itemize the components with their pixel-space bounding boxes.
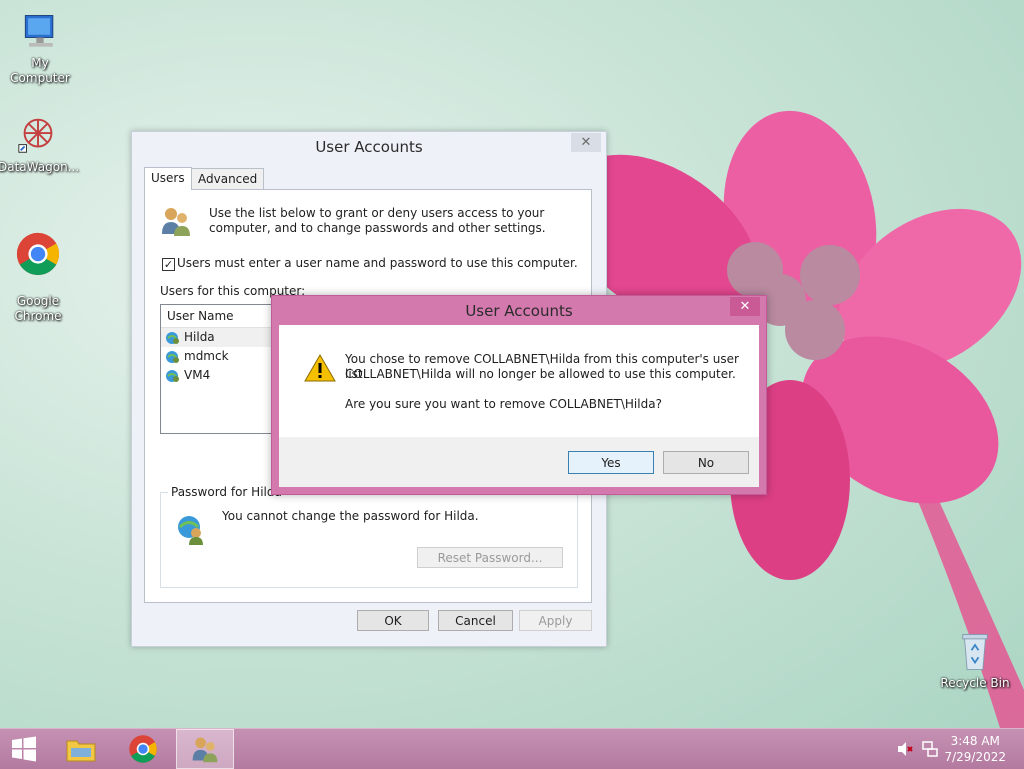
password-group-label: Password for Hilda xyxy=(168,485,285,499)
taskbar-file-explorer[interactable] xyxy=(52,729,110,769)
desktop-icon-my-computer[interactable]: My Computer xyxy=(0,10,80,86)
domain-user-icon xyxy=(166,350,179,363)
desktop-icon-label: Google Chrome xyxy=(14,294,62,323)
domain-user-icon xyxy=(166,331,179,344)
windows-logo-icon xyxy=(12,736,36,762)
confirm-remove-dialog[interactable]: User Accounts ✕ You chose to remove COLL… xyxy=(271,295,767,495)
desktop-icon-datawagon[interactable]: DataWagon... xyxy=(0,112,80,175)
reset-password-button[interactable]: Reset Password... xyxy=(417,547,563,568)
tab-users[interactable]: Users xyxy=(144,167,192,190)
user-name: VM4 xyxy=(184,368,211,382)
taskbar: 3:48 AM 7/29/2022 xyxy=(0,728,1024,769)
speaker-muted-icon[interactable] xyxy=(896,740,914,758)
chrome-icon xyxy=(16,232,60,276)
warning-icon xyxy=(304,354,336,382)
users-icon xyxy=(192,737,218,763)
user-globe-icon xyxy=(178,516,203,545)
desktop-icon-label: DataWagon... xyxy=(0,160,80,174)
folder-icon xyxy=(66,740,96,762)
dialog-content: You chose to remove COLLABNET\Hilda from… xyxy=(279,325,759,437)
dialog-titlebar[interactable]: User Accounts ✕ xyxy=(272,296,766,324)
dialog-question: Are you sure you want to remove COLLABNE… xyxy=(345,397,662,411)
apply-button[interactable]: Apply xyxy=(519,610,592,631)
dialog-body: You chose to remove COLLABNET\Hilda from… xyxy=(279,325,759,487)
close-button[interactable]: ✕ xyxy=(571,133,601,152)
computer-icon xyxy=(24,15,54,47)
start-button[interactable] xyxy=(0,729,48,769)
cancel-button[interactable]: Cancel xyxy=(438,610,513,631)
password-groupbox: Password for Hilda You cannot change the… xyxy=(160,485,578,588)
network-icon[interactable] xyxy=(921,740,939,758)
require-login-checkbox[interactable]: ✓ xyxy=(162,258,175,271)
no-button[interactable]: No xyxy=(663,451,749,474)
tab-advanced[interactable]: Advanced xyxy=(191,168,265,189)
desktop-icon-label: Recycle Bin xyxy=(940,676,1010,690)
user-name: Hilda xyxy=(184,330,215,344)
require-login-label[interactable]: Users must enter a user name and passwor… xyxy=(177,256,578,270)
dialog-message-line-2: COLLABNET\Hilda will no longer be allowe… xyxy=(345,367,736,381)
users-icon xyxy=(162,208,190,236)
chrome-icon xyxy=(129,735,157,763)
yes-button[interactable]: Yes xyxy=(568,451,654,474)
desktop-icon-google-chrome[interactable]: Google Chrome xyxy=(0,216,78,324)
dialog-close-button[interactable]: ✕ xyxy=(730,297,760,316)
ok-button[interactable]: OK xyxy=(357,610,429,631)
taskbar-chrome[interactable] xyxy=(114,729,172,769)
window-title: User Accounts xyxy=(315,138,423,156)
desktop-icon-recycle-bin[interactable]: Recycle Bin xyxy=(935,630,1015,691)
domain-user-icon xyxy=(166,369,179,382)
system-clock[interactable]: 3:48 AM 7/29/2022 xyxy=(944,733,1006,765)
window-titlebar[interactable]: User Accounts ✕ xyxy=(132,132,606,160)
user-name: mdmck xyxy=(184,349,229,363)
password-message: You cannot change the password for Hilda… xyxy=(222,509,479,523)
dialog-title: User Accounts xyxy=(465,302,573,320)
datawagon-icon xyxy=(18,118,53,153)
clock-time: 3:48 AM xyxy=(950,734,1000,748)
intro-text: Use the list below to grant or deny user… xyxy=(209,206,546,235)
desktop-icon-label: My Computer xyxy=(10,56,70,85)
taskbar-user-accounts[interactable] xyxy=(176,729,234,769)
clock-date: 7/29/2022 xyxy=(944,750,1006,764)
recycle-bin-icon xyxy=(962,634,988,670)
